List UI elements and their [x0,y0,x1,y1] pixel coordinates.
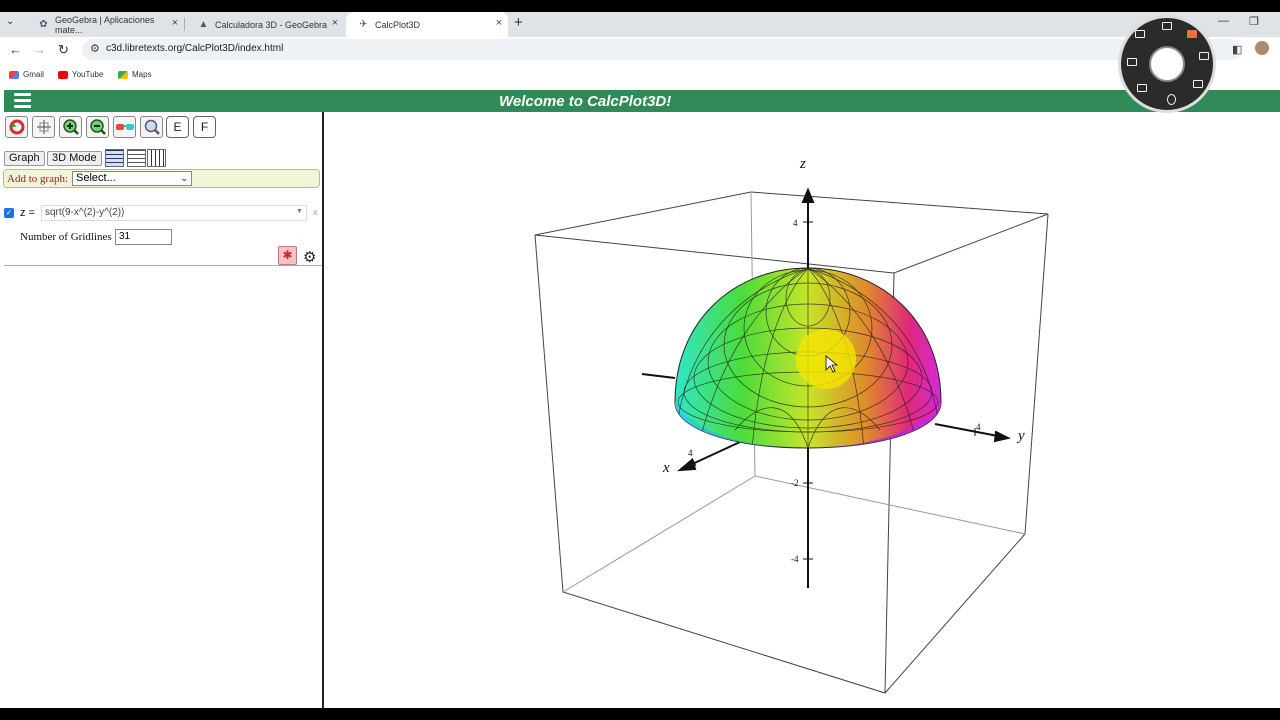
shapes-icon[interactable] [1187,30,1197,38]
z-tick-neg4: -4 [791,554,799,564]
add-icon[interactable] [1135,30,1145,38]
grid-lines-icon[interactable] [127,149,146,167]
bookmark-label: YouTube [72,70,104,79]
minimize-icon[interactable]: — [1218,15,1229,27]
zoom-out-icon[interactable] [86,116,109,138]
bookmark-label: Maps [132,70,152,79]
grid-icon[interactable] [1199,52,1209,60]
tab-label: Calculadora 3D - GeoGebra [215,19,328,30]
new-tab-button[interactable]: + [514,14,523,31]
keyboard-icon[interactable] [1193,80,1203,88]
e-button[interactable]: E [166,116,189,138]
add-to-graph-select[interactable]: Select... ⌄ [72,171,192,186]
tab-label: GeoGebra | Aplicaciones mate... [54,14,155,35]
add-to-graph-label: Add to graph: [7,173,69,185]
bookmark-maps[interactable]: Maps [118,70,152,79]
grid-box-icon[interactable] [147,149,166,167]
3d-glasses-icon[interactable] [113,116,136,138]
omnibox[interactable]: ⚙ c3d.libretexts.org/CalcPlot3D/index.ht… [82,39,1242,60]
chevron-down-icon: ⌄ [180,173,188,183]
bookmarks-bar: Gmail YouTube Maps [0,64,1280,86]
select-value: Select... [76,172,116,184]
geogebra-icon: ✿ [39,19,48,30]
close-tab-icon[interactable]: × [332,17,338,29]
triangle-icon: ▲ [198,19,209,30]
restore-icon[interactable]: ❐ [1249,15,1259,28]
tab-strip: ⌄ ✿ GeoGebra | Aplicaciones mate... × ▲ … [0,12,1280,37]
bookmark-youtube[interactable]: YouTube [58,70,103,79]
bookmark-gmail[interactable]: Gmail [9,70,44,79]
plot-settings-icon[interactable]: ✱ [278,246,297,265]
tab-separator [184,18,185,31]
close-tab-icon[interactable]: × [172,17,178,29]
close-tab-icon[interactable]: × [496,17,502,29]
app-title: Welcome to CalcPlot3D! [499,93,672,110]
magnifier-icon[interactable] [140,116,163,138]
3d-mode-button[interactable]: 3D Mode [47,151,102,166]
gridlines-input[interactable]: 31 [115,229,172,245]
y-tick-4: 4 [976,422,981,432]
site-settings-icon[interactable]: ⚙ [90,42,100,55]
left-panel: E F Graph 3D Mode Add to graph: Select..… [0,112,322,708]
function-visible-checkbox[interactable]: ✓ [4,208,14,218]
graph-button[interactable]: Graph [4,151,45,166]
hand-icon[interactable] [1167,94,1176,105]
youtube-icon [58,70,68,79]
hamburger-menu-icon[interactable] [14,93,31,111]
expression-dropdown-icon[interactable]: ▼ [296,208,303,215]
grid-view-icon[interactable] [105,149,124,167]
tab-geogebra-apps[interactable]: ✿ GeoGebra | Aplicaciones mate... × [26,12,184,37]
plot-area[interactable]: z y x 4 -2 -4 4 4 [324,112,1280,708]
x-tick-4: 4 [688,448,693,458]
tab-label: CalcPlot3D [375,19,421,30]
gridlines-label: Number of Gridlines [20,231,112,243]
add-to-graph-row: Add to graph: Select... ⌄ [3,169,320,188]
forward-arrow-icon[interactable]: → [33,42,46,57]
gmail-icon [9,70,19,79]
widget-center-button[interactable] [1149,46,1185,82]
z-tick-4: 4 [793,218,798,228]
tab-calcplot3d[interactable]: ✈ CalcPlot3D × [346,12,508,37]
tab-search-chevron-icon[interactable]: ⌄ [6,16,14,27]
side-panel-icon[interactable]: ◧ [1232,43,1242,56]
address-bar: ← → ↻ ⚙ c3d.libretexts.org/CalcPlot3D/in… [0,37,1280,62]
z-axis-label: z [799,156,806,172]
pen-icon[interactable] [1162,22,1172,30]
x-axis-label: x [662,460,670,476]
reload-icon[interactable]: ↻ [58,42,69,58]
fit-axes-icon[interactable] [32,116,55,138]
function-lhs: z = [20,207,35,219]
profile-avatar[interactable] [1255,41,1269,55]
maps-icon [118,70,128,79]
remove-function-button[interactable]: x [313,207,318,217]
rotate-icon[interactable] [5,116,28,138]
back-arrow-icon[interactable]: ← [9,42,22,57]
function-expression-input[interactable]: sqrt(9-x^(2)-y^(2)) [41,205,307,221]
screen: ⌄ ✿ GeoGebra | Aplicaciones mate... × ▲ … [0,12,1280,708]
annotation-tool-widget[interactable] [1118,15,1216,113]
app-header: Welcome to CalcPlot3D! [4,90,1280,112]
panel-separator [4,265,322,266]
board-icon[interactable] [1127,58,1137,66]
camera-icon[interactable] [1137,84,1147,92]
z-tick-neg2: -2 [791,478,799,488]
bookmark-label: Gmail [23,70,44,79]
url-text[interactable]: c3d.libretexts.org/CalcPlot3D/index.html [106,43,283,54]
f-button[interactable]: F [193,116,216,138]
y-axis-label: y [1016,428,1025,444]
zoom-in-icon[interactable] [59,116,82,138]
calcplot-icon: ✈ [359,19,368,30]
gear-icon[interactable]: ⚙ [303,248,316,266]
tab-geogebra-3d[interactable]: ▲ Calculadora 3D - GeoGebra × [186,12,344,37]
plot-svg[interactable]: z y x 4 -2 -4 4 4 [324,112,1280,708]
